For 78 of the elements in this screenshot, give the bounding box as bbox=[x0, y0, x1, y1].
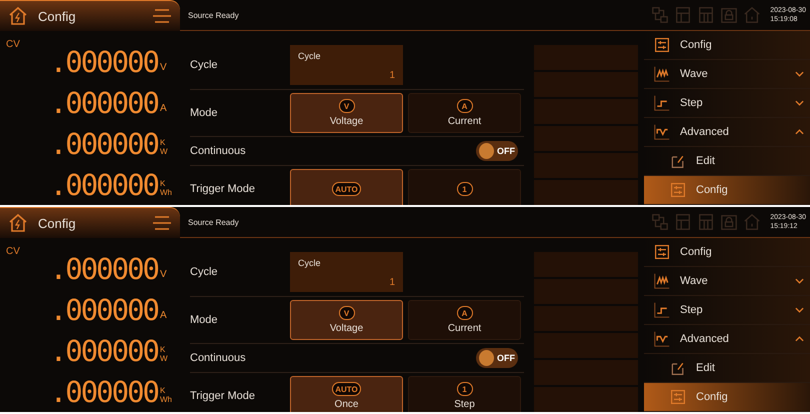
toggle-switch[interactable]: OFF bbox=[476, 348, 518, 368]
option-button[interactable]: V Voltage bbox=[290, 300, 403, 340]
menu-item[interactable]: Wave bbox=[644, 60, 810, 89]
sliders-icon bbox=[670, 182, 686, 198]
port-icon bbox=[697, 213, 716, 231]
reading-value: .000000 bbox=[50, 252, 158, 286]
wave-icon bbox=[654, 273, 670, 289]
unit-label: K W bbox=[160, 345, 169, 363]
menu-item[interactable]: Config bbox=[644, 238, 810, 267]
setting-label: Trigger Mode bbox=[190, 183, 256, 195]
setting-label: Continuous bbox=[190, 352, 247, 364]
setting-label: Cycle bbox=[190, 59, 219, 71]
option-button[interactable]: 1 bbox=[408, 169, 521, 205]
option-button[interactable]: A Current bbox=[408, 300, 521, 340]
menu-item[interactable]: Config bbox=[644, 31, 810, 60]
mode-label: CV bbox=[6, 246, 20, 258]
sliders-icon bbox=[654, 37, 670, 53]
option-button[interactable]: AUTO bbox=[290, 169, 403, 205]
toggle-switch[interactable]: OFF bbox=[476, 141, 518, 161]
lock-icon bbox=[720, 6, 738, 24]
status-text: Source Ready bbox=[188, 218, 239, 226]
page-title: Config bbox=[38, 8, 77, 24]
port-icon bbox=[697, 6, 716, 24]
menu-item[interactable]: Config bbox=[644, 176, 810, 205]
unit-label: V bbox=[160, 269, 168, 280]
unit-label: K W bbox=[160, 138, 169, 156]
reading-value: .000000 bbox=[50, 334, 158, 368]
port-icon bbox=[674, 6, 692, 24]
unit-label: K Wh bbox=[160, 386, 173, 404]
option-button[interactable]: A Current bbox=[408, 93, 521, 133]
wave-icon bbox=[654, 66, 670, 82]
menu-item[interactable]: Step bbox=[644, 89, 810, 118]
menu-item[interactable]: Config bbox=[644, 383, 810, 412]
cycle-field[interactable]: Cycle 1 bbox=[290, 252, 403, 292]
sliders-icon bbox=[670, 389, 686, 405]
home-icon[interactable] bbox=[8, 6, 28, 26]
edit-icon bbox=[670, 360, 686, 376]
reading-value: .000000 bbox=[50, 168, 158, 202]
setting-label: Mode bbox=[190, 107, 219, 119]
menu-icon[interactable] bbox=[152, 8, 172, 24]
step-icon bbox=[654, 95, 670, 111]
cycle-field[interactable]: Cycle 1 bbox=[290, 45, 403, 85]
port-icon bbox=[674, 213, 692, 231]
curve-icon bbox=[654, 331, 670, 347]
setting-label: Cycle bbox=[190, 266, 219, 278]
sliders-icon bbox=[654, 244, 670, 260]
reading-value: .000000 bbox=[50, 375, 158, 409]
menu-item[interactable]: Wave bbox=[644, 267, 810, 296]
home-icon bbox=[743, 213, 762, 231]
mode-label: CV bbox=[6, 39, 20, 51]
unit-label: A bbox=[160, 103, 168, 114]
reading-value: .000000 bbox=[50, 86, 158, 120]
status-text: Source Ready bbox=[188, 10, 239, 20]
reading-value: .000000 bbox=[50, 127, 158, 161]
option-button[interactable]: 1 Step bbox=[408, 376, 521, 412]
page-title: Config bbox=[38, 216, 77, 230]
setting-label: Trigger Mode bbox=[190, 390, 256, 402]
option-button[interactable]: AUTO Once bbox=[290, 376, 403, 412]
setting-label: Mode bbox=[190, 314, 219, 326]
unit-label: K Wh bbox=[160, 179, 173, 197]
unit-label: V bbox=[160, 62, 168, 73]
home-icon[interactable] bbox=[8, 213, 28, 233]
step-icon bbox=[654, 302, 670, 318]
network-icon bbox=[651, 213, 670, 231]
lock-icon bbox=[720, 213, 738, 231]
menu-item[interactable]: Step bbox=[644, 296, 810, 325]
reading-value: .000000 bbox=[50, 45, 158, 79]
option-button[interactable]: V Voltage bbox=[290, 93, 403, 133]
edit-icon bbox=[670, 153, 686, 169]
menu-icon[interactable] bbox=[152, 215, 172, 231]
reading-value: .000000 bbox=[50, 293, 158, 327]
curve-icon bbox=[654, 124, 670, 140]
menu-item[interactable]: Advanced bbox=[644, 118, 810, 147]
network-icon bbox=[651, 6, 670, 24]
home-icon bbox=[743, 6, 762, 24]
menu-item[interactable]: Advanced bbox=[644, 325, 810, 354]
setting-label: Continuous bbox=[190, 145, 247, 157]
unit-label: A bbox=[160, 310, 168, 321]
